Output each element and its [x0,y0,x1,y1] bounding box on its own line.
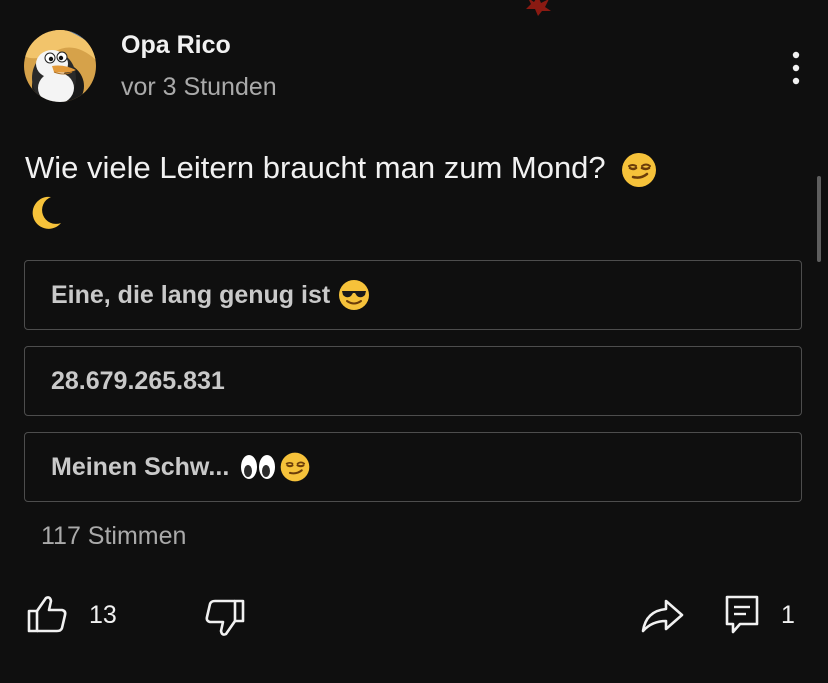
share-icon[interactable] [640,598,684,634]
author-name[interactable]: Opa Rico [121,31,231,60]
sunglasses-face-emoji-icon [339,280,370,310]
community-post: Opa Rico vor 3 Stunden Wie viele Leitern… [0,0,828,683]
comment-icon[interactable] [724,594,760,636]
comment-count: 1 [781,601,795,629]
eyes-emoji-icon [241,455,276,479]
poll-vote-count: 117 Stimmen [41,522,187,550]
poll-option-2[interactable]: 28.679.265.831 [24,346,802,416]
red-blot-decoration [526,0,551,16]
smirking-face-emoji-icon [280,452,310,482]
scrollbar[interactable] [817,176,821,262]
avatar[interactable] [24,30,96,102]
poll-option-label: 28.679.265.831 [51,366,225,395]
crescent-moon-emoji-icon [32,196,61,229]
thumb-down-icon[interactable] [204,598,246,638]
post-question: Wie viele Leitern braucht man zum Mond? [25,146,765,233]
poll-option-1[interactable]: Eine, die lang genug ist [24,260,802,330]
thumb-up-icon[interactable] [26,594,68,634]
poll-option-label: Meinen Schw... [51,452,230,481]
question-text: Wie viele Leitern braucht man zum Mond? [25,150,606,185]
poll-option-3[interactable]: Meinen Schw... [24,432,802,502]
smirking-face-emoji-icon [622,152,657,187]
poll-option-label: Eine, die lang genug ist [51,280,331,309]
penguin-avatar-icon [24,30,96,102]
post-timestamp: vor 3 Stunden [121,73,277,101]
more-vert-icon[interactable] [780,48,812,88]
like-count: 13 [89,601,117,629]
